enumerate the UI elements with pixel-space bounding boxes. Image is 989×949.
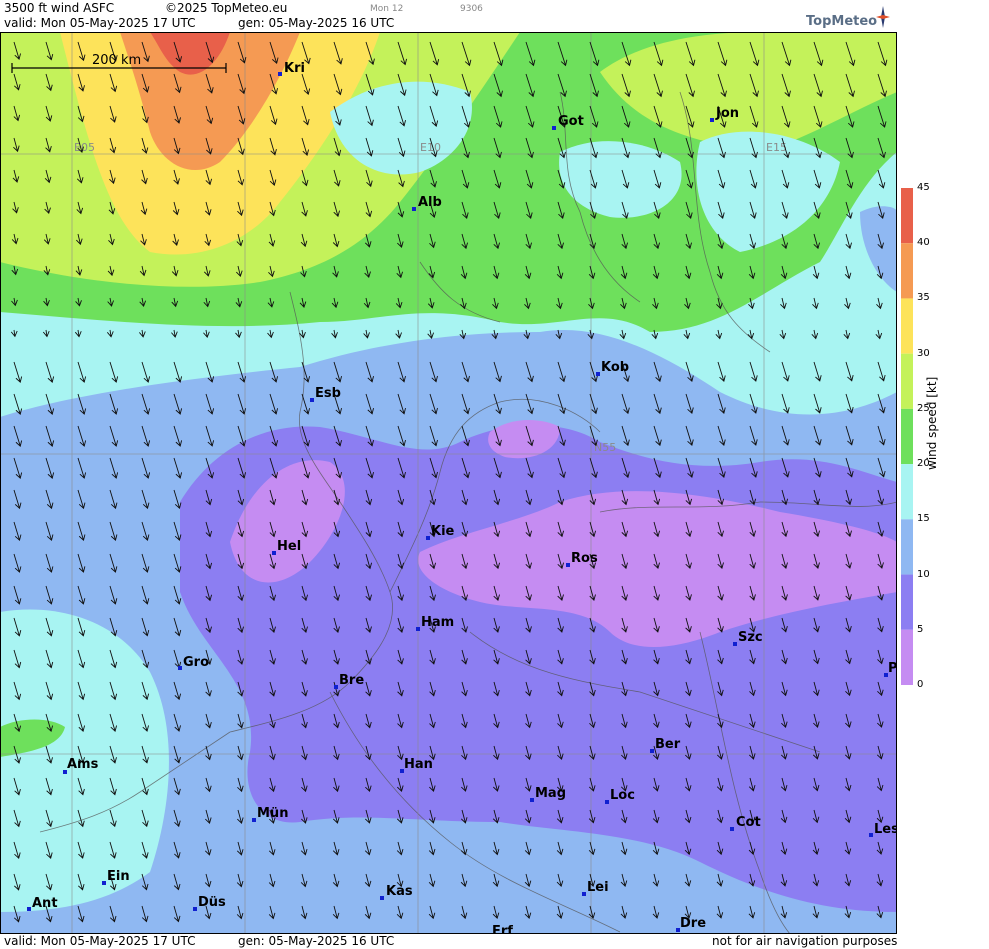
svg-text:Alb: Alb [418,195,442,210]
legend-tick-10: 10 [917,568,930,580]
legend-band-30-35 [901,298,913,354]
product-title: 3500 ft wind ASFC [4,1,115,15]
city-dre[interactable]: Dre [676,916,706,932]
svg-text:Loc: Loc [610,788,635,803]
city-loc[interactable]: Loc [605,788,635,804]
legend-band-35-40 [901,243,913,299]
city-mun[interactable]: Mün [252,806,288,822]
legend-band-10-15 [901,519,913,575]
svg-text:Ros: Ros [571,551,598,566]
legend-tick-35: 35 [917,292,930,304]
legend-band-40-45 [901,188,913,244]
legend-band-20-25 [901,408,913,465]
svg-text:Kri: Kri [284,61,305,76]
svg-text:Kas: Kas [386,884,413,899]
model-run-label: Mon 12 [370,4,404,14]
city-bre[interactable]: Bre [334,673,364,689]
scale-bar-label: 200 km [92,53,141,68]
svg-text:Cot: Cot [736,815,761,830]
city-szc[interactable]: Szc [733,630,763,646]
wind-map[interactable]: E05 E10 E15 N55 200 km Kri Got Jon Alb K… [0,32,897,934]
legend-tick-45: 45 [917,182,930,193]
legend-band-5-10 [901,574,913,630]
svg-text:Gro: Gro [183,655,209,670]
svg-text:Ant: Ant [32,896,58,911]
city-ams[interactable]: Ams [63,757,99,774]
city-han[interactable]: Han [400,757,433,773]
map-header: 3500 ft wind ASFC ©2025 TopMeteo.eu Mon … [0,0,897,32]
map-footer: valid: Mon 05-May-2025 17 UTC gen: 05-Ma… [0,934,897,949]
svg-text:Han: Han [404,757,433,772]
grid-label-e10: E10 [420,141,441,154]
svg-text:Kob: Kob [601,360,629,375]
svg-text:Ams: Ams [67,757,99,772]
svg-text:Ham: Ham [421,615,454,630]
svg-text:Esb: Esb [315,386,341,401]
svg-text:Lei: Lei [587,880,609,895]
svg-text:Dre: Dre [680,916,706,931]
valid-time: valid: Mon 05-May-2025 17 UTC [4,16,196,30]
svg-text:Hel: Hel [277,539,301,554]
legend-tick-40: 40 [917,237,930,249]
city-les[interactable]: Les [869,822,897,837]
svg-text:Szc: Szc [738,630,763,645]
wind-speed-legend: 45 40 35 30 25 20 15 10 5 0 wind speed [kt] [897,0,989,949]
city-ber[interactable]: Ber [650,737,681,753]
svg-text:Mün: Mün [257,806,288,821]
topmeteo-logo: TopMeteo [806,6,891,30]
logo-text: TopMeteo [806,14,878,29]
copyright-text: ©2025 TopMeteo.eu [165,1,288,15]
city-kie[interactable]: Kie [426,524,455,540]
generated-time: gen: 05-May-2025 16 UTC [238,16,395,30]
city-esb[interactable]: Esb [310,386,341,402]
city-erf[interactable]: Erf [492,924,513,934]
city-ham[interactable]: Ham [416,615,454,631]
city-ant[interactable]: Ant [27,896,58,911]
wind-map-svg: E05 E10 E15 N55 200 km Kri Got Jon Alb K… [0,32,897,934]
code-label: 9306 [460,4,483,14]
legend-band-25-30 [901,353,913,409]
legend-tick-5: 5 [917,623,924,635]
svg-text:Mag: Mag [535,786,566,801]
grid-label-n55: N55 [594,441,616,454]
svg-text:Kie: Kie [431,524,455,539]
footer-valid-time: valid: Mon 05-May-2025 17 UTC [4,934,196,948]
legend-tick-0: 0 [917,679,924,690]
city-dus[interactable]: Düs [193,895,226,911]
city-ein[interactable]: Ein [102,869,130,885]
svg-text:Les: Les [874,822,897,837]
legend-title: wind speed [kt] [925,376,939,470]
compass-icon [876,6,890,28]
footer-generated-time: gen: 05-May-2025 16 UTC [238,934,395,948]
grid-label-e05: E05 [74,141,95,154]
footer-disclaimer: not for air navigation purposes [712,934,898,948]
svg-text:Bre: Bre [339,673,364,688]
legend-band-15-20 [901,464,913,520]
city-gro[interactable]: Gro [178,655,209,670]
city-ros[interactable]: Ros [566,551,598,567]
legend-tick-30: 30 [917,347,930,359]
legend-colorbar [901,188,913,685]
svg-text:Got: Got [558,114,584,129]
city-kob[interactable]: Kob [596,360,629,376]
svg-text:Düs: Düs [198,895,226,910]
svg-text:Ein: Ein [107,869,130,884]
legend-tick-15: 15 [917,513,930,525]
legend-band-0-5 [901,629,913,685]
svg-text:Ber: Ber [655,737,681,752]
city-hel[interactable]: Hel [272,539,301,555]
svg-text:Jon: Jon [715,106,739,121]
city-mag[interactable]: Mag [530,786,566,802]
svg-text:P: P [888,661,897,676]
svg-text:Erf: Erf [492,924,513,934]
